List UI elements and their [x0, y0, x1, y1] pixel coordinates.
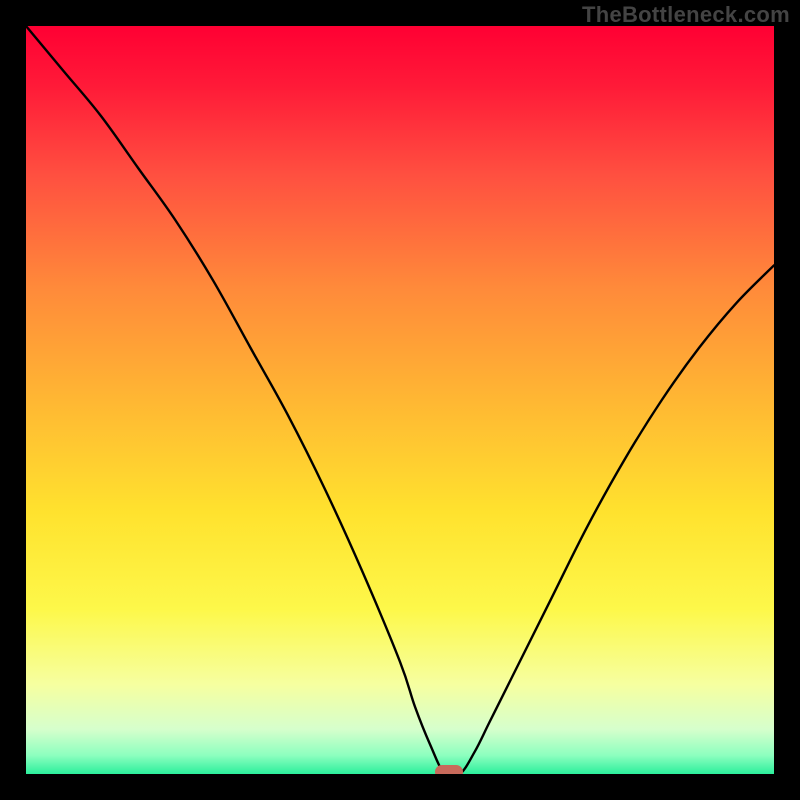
optimum-marker [435, 765, 463, 774]
bottleneck-curve [26, 26, 774, 774]
chart-frame: TheBottleneck.com [0, 0, 800, 800]
watermark-text: TheBottleneck.com [582, 2, 790, 28]
plot-area [26, 26, 774, 774]
